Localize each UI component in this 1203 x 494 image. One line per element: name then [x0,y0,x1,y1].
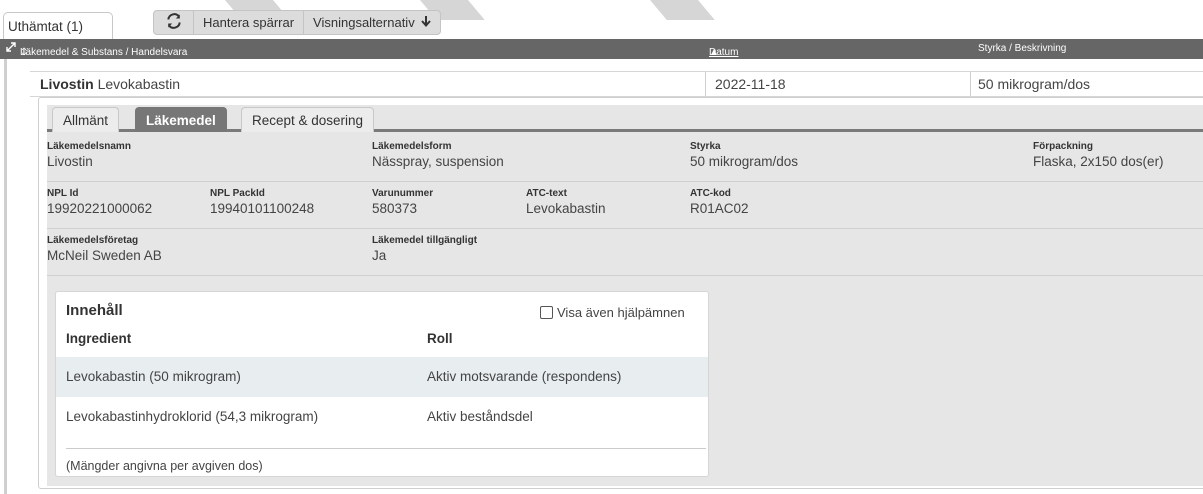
field-foretag: Läkemedelsföretag McNeil Sweden AB [47,235,162,263]
field-label: Förpackning [1033,141,1094,152]
field-forpackning: Förpackning Flaska, 2x150 dos(er) [1033,141,1164,169]
ingredients-box: Innehåll Visa även hjälpämnen Ingredient… [55,291,709,477]
field-value: R01AC02 [690,201,749,216]
field-value: 580373 [372,201,418,216]
ingredients-footnote: (Mängder angivna per avgiven dos) [66,459,263,473]
ingredient-column-header: Ingredient [66,331,132,346]
field-label: Läkemedelsform [372,141,452,152]
field-label: NPL PackId [210,188,265,199]
show-helpers-checkbox[interactable]: Visa även hjälpämnen [540,305,685,320]
field-label: ATC-text [526,188,567,199]
details-inner: Allmänt Läkemedel Recept & dosering Läke… [47,105,1203,486]
field-value: Ja [372,248,387,263]
ingredient-name: Levokabastinhydroklorid (54,3 mikrogram) [66,409,319,424]
field-label: ATC-kod [690,188,731,199]
field-lakemedelsnamn: Läkemedelsnamn Livostin [47,141,131,169]
refresh-button[interactable] [154,11,194,34]
field-value: McNeil Sweden AB [47,248,162,263]
details-row-1: Läkemedelsnamn Livostin Läkemedelsform N… [47,135,1203,182]
details-grid: Läkemedelsnamn Livostin Läkemedelsform N… [47,135,1203,276]
field-styrka: Styrka 50 mikrogram/dos [690,141,798,169]
field-tillgangligt: Läkemedel tillgängligt Ja [372,235,477,263]
ingredient-row: Levokabastin (50 mikrogram) Aktiv motsva… [56,357,708,397]
expand-icon[interactable] [6,42,16,55]
field-npl-packid: NPL PackId 19940101100248 [210,188,314,216]
details-panel: Allmänt Läkemedel Recept & dosering Läke… [38,97,1203,489]
field-atc-text: ATC-text Levokabastin [526,188,606,216]
field-value: Levokabastin [526,201,606,216]
field-lakemedelsform: Läkemedelsform Nässpray, suspension [372,141,504,169]
column-divider [970,72,971,98]
record-row[interactable]: Livostin Levokabastin 2022-11-18 50 mikr… [30,71,1203,98]
column-divider [705,72,706,98]
details-tabs: Allmänt Läkemedel Recept & dosering [47,105,1203,132]
field-atc-kod: ATC-kod R01AC02 [690,188,749,216]
refresh-icon [166,13,182,32]
visningsalternativ-button[interactable]: Visningsalternativ [304,11,440,34]
field-value: 19920221000062 [47,201,153,216]
ingredient-role: Aktiv motsvarande (respondens) [427,369,622,384]
field-label: Läkemedel tillgängligt [372,235,478,246]
field-npl-id: NPL Id 19920221000062 [47,188,152,216]
arrow-down-icon [420,15,431,30]
details-row-3: Läkemedelsföretag McNeil Sweden AB Läkem… [47,229,1203,276]
column-header-bar: Läkemedel & Substans / Handelsvara ⇕ Dat… [0,39,1203,59]
ingredients-title: Innehåll [66,302,123,319]
role-column-header: Roll [427,331,453,346]
field-value: 50 mikrogram/dos [690,154,799,169]
ingredient-row: Levokabastinhydroklorid (54,3 mikrogram)… [56,397,708,437]
column-substance-label: Läkemedel & Substans / Handelsvara [20,47,188,58]
sort-icon: ⇕ [20,47,29,58]
field-label: NPL Id [47,188,79,199]
checkbox-icon[interactable] [540,306,553,319]
field-value: Flaska, 2x150 dos(er) [1033,154,1164,169]
top-toolbar: Uthämtat (1) Hantera spärrar Visningsalt… [0,0,1203,39]
visningsalternativ-label: Visningsalternativ [313,15,415,30]
divider [66,448,706,449]
record-brand: Livostin [40,76,94,92]
field-value: 19940101100248 [210,201,315,216]
tab-allmant[interactable]: Allmänt [52,107,120,132]
field-label: Styrka [690,141,721,152]
record-substance: Levokabastin [97,76,181,92]
column-strength-header[interactable]: Styrka / Beskrivning [978,43,1066,54]
field-varunummer: Varunummer 580373 [372,188,433,216]
field-value: Livostin [47,154,93,169]
tab-lakemedel[interactable]: Läkemedel [135,107,227,132]
details-row-2: NPL Id 19920221000062 NPL PackId 1994010… [47,182,1203,229]
toolbar-button-group: Hantera spärrar Visningsalternativ [153,10,441,35]
ingredient-name: Levokabastin (50 mikrogram) [66,369,241,384]
field-label: Läkemedelsnamn [47,141,131,152]
left-border [4,59,7,494]
hantera-sparrar-button[interactable]: Hantera spärrar [194,11,305,34]
sort-ascending-icon: ▲ [709,47,719,58]
field-label: Läkemedelsföretag [47,235,139,246]
record-strength: 50 mikrogram/dos [978,76,1091,92]
record-date: 2022-11-18 [715,76,786,92]
tab-recept-dosering[interactable]: Recept & dosering [241,107,375,132]
show-helpers-label: Visa även hjälpämnen [557,305,685,320]
tab-uthamtat[interactable]: Uthämtat (1) [3,12,113,39]
field-value: Nässpray, suspension [372,154,504,169]
record-name-cell: Livostin Levokabastin [40,76,180,92]
field-label: Varunummer [372,188,434,199]
ingredient-role: Aktiv beståndsdel [427,409,533,424]
